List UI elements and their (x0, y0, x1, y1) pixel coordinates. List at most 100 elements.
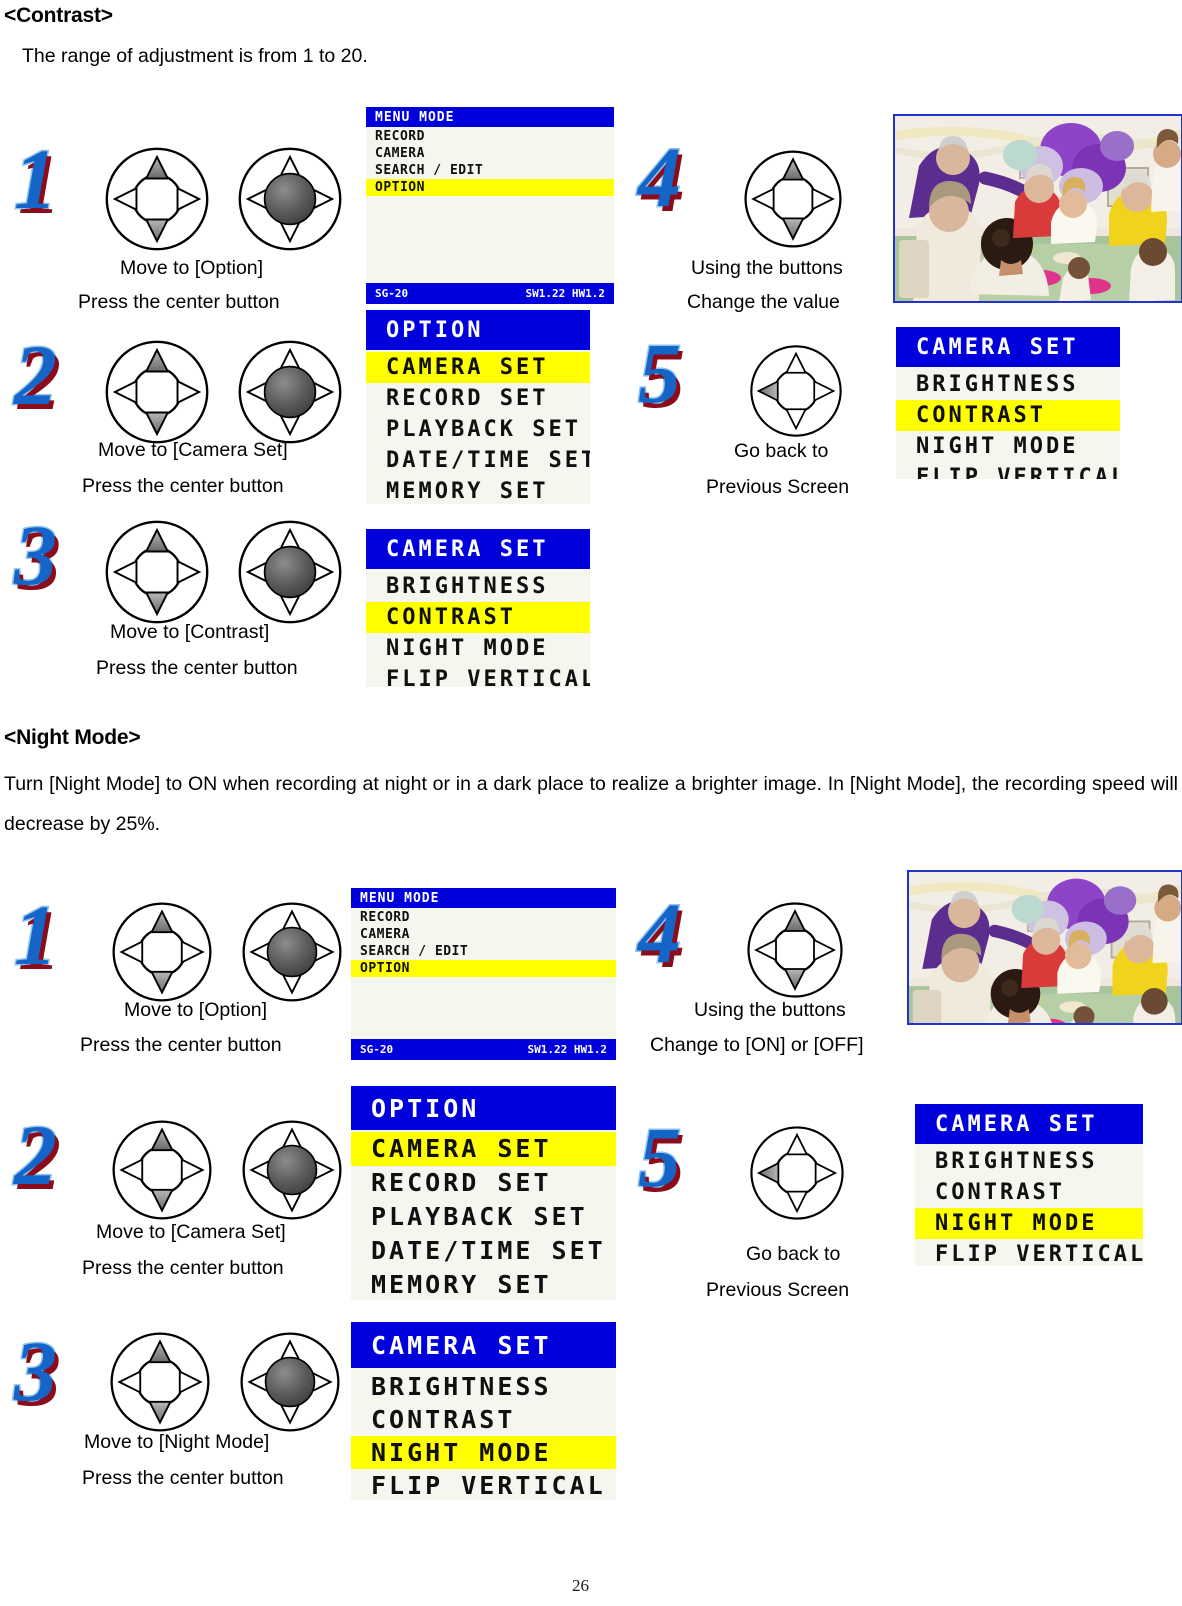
lcd-item[interactable]: CONTRAST (351, 1403, 616, 1436)
lcd-item[interactable]: RECORD (366, 128, 614, 145)
dpad-updown-icon[interactable] (103, 145, 211, 253)
lcd-item[interactable]: CONTRAST (915, 1177, 1143, 1208)
lcd-title: OPTION (366, 310, 590, 350)
step-5-label-line1: Go back to (746, 1243, 841, 1265)
lcd-item-selected[interactable]: NIGHT MODE (351, 1436, 616, 1469)
lcd-title: MENU MODE (366, 107, 614, 127)
step-number-1: 1 (13, 887, 59, 983)
step-number-2: 2 (13, 327, 59, 423)
lcd-status-bar: SG-20 SW1.22 HW1.2 (366, 283, 614, 304)
lcd-status-bar: SG-20 SW1.22 HW1.2 (351, 1039, 616, 1060)
lcd-item[interactable]: PLAYBACK SET (351, 1200, 616, 1234)
step-number-3: 3 (13, 507, 59, 603)
dpad-center-icon[interactable] (238, 1330, 342, 1434)
dpad-updown-icon[interactable] (108, 1330, 212, 1434)
step-3-label-line1: Move to [Night Mode] (84, 1431, 270, 1453)
step-2-label-line2: Press the center button (82, 1257, 284, 1279)
lcd-item[interactable]: FLIP VERTICAL (351, 1469, 616, 1500)
lcd-item[interactable]: PLAYBACK SET (366, 414, 590, 445)
lcd-title: CAMERA SET (896, 327, 1120, 367)
step-number-1: 1 (13, 131, 59, 227)
lcd-item-selected[interactable]: CONTRAST (896, 400, 1120, 431)
lcd-item-list: RECORD CAMERA SEARCH / EDIT OPTION (366, 127, 614, 196)
step-5-label-line2: Previous Screen (706, 476, 850, 498)
step-4-label-line2: Change to [ON] or [OFF] (650, 1034, 864, 1056)
lcd-title: CAMERA SET (915, 1104, 1143, 1144)
lcd-item[interactable]: NIGHT MODE (896, 431, 1120, 462)
lcd-item[interactable]: BRIGHTNESS (351, 1370, 616, 1403)
lcd-item[interactable]: CAMERA (366, 145, 614, 162)
lcd-item-selected[interactable]: CAMERA SET (351, 1132, 616, 1166)
lcd-item[interactable]: NIGHT MODE (366, 633, 590, 664)
lcd-item[interactable]: BRIGHTNESS (366, 571, 590, 602)
lcd-version-label: SW1.22 HW1.2 (527, 1043, 607, 1056)
step-2-label-line1: Move to [Camera Set] (96, 1221, 286, 1243)
dpad-center-icon[interactable] (236, 518, 344, 626)
dpad-center-icon[interactable] (236, 145, 344, 253)
lcd-item[interactable]: DATE/TIME SET (366, 445, 590, 476)
lcd-title: OPTION (351, 1086, 616, 1130)
lcd-item-list: BRIGHTNESS CONTRAST NIGHT MODE FLIP VERT… (366, 569, 590, 687)
lcd-item[interactable]: DATE/TIME SET (351, 1234, 616, 1268)
lcd-item[interactable]: SEARCH / EDIT (366, 162, 614, 179)
lcd-item[interactable]: BRIGHTNESS (915, 1146, 1143, 1177)
lcd-item-selected[interactable]: OPTION (351, 960, 616, 977)
dpad-updown-icon[interactable] (742, 148, 844, 250)
lcd-item[interactable]: RECORD (351, 909, 616, 926)
lcd-item[interactable]: MEMORY SET (351, 1268, 616, 1300)
lcd-title: CAMERA SET (351, 1322, 616, 1368)
dpad-updown-icon[interactable] (745, 900, 845, 1000)
step-1-label-line1: Move to [Option] (120, 257, 264, 279)
step-5-label-line2: Previous Screen (706, 1279, 850, 1301)
lcd-item[interactable]: MEMORY SET (366, 476, 590, 504)
lcd-model-label: SG-20 (375, 287, 409, 300)
dpad-left-icon[interactable] (748, 343, 844, 439)
lcd-camera-set: CAMERA SET BRIGHTNESS CONTRAST NIGHT MOD… (366, 529, 590, 687)
lcd-camera-set: CAMERA SET BRIGHTNESS CONTRAST NIGHT MOD… (351, 1322, 616, 1500)
step-number-5: 5 (637, 325, 683, 421)
lcd-model-label: SG-20 (360, 1043, 394, 1056)
lcd-menu-mode: MENU MODE RECORD CAMERA SEARCH / EDIT OP… (351, 888, 616, 1060)
lcd-item[interactable]: RECORD SET (366, 383, 590, 414)
lcd-item[interactable]: FLIP VERTICAL (896, 462, 1120, 479)
section-title-contrast: <Contrast> (4, 4, 113, 27)
lcd-item[interactable]: FLIP VERTICAL (366, 664, 590, 687)
section-description-night-mode: Turn [Night Mode] to ON when recording a… (4, 773, 1178, 835)
lcd-version-label: SW1.22 HW1.2 (525, 287, 605, 300)
dpad-updown-icon[interactable] (110, 900, 214, 1004)
lcd-item-selected[interactable]: CAMERA SET (366, 352, 590, 383)
step-5-label-line1: Go back to (734, 440, 829, 462)
lcd-item-list: CAMERA SET RECORD SET PLAYBACK SET DATE/… (351, 1130, 616, 1300)
step-2-label-line1: Move to [Camera Set] (98, 439, 288, 461)
step-number-4: 4 (637, 885, 683, 981)
dpad-center-icon[interactable] (240, 1118, 344, 1222)
dpad-center-icon[interactable] (236, 338, 344, 446)
lcd-option-menu: OPTION CAMERA SET RECORD SET PLAYBACK SE… (366, 310, 590, 504)
dpad-updown-icon[interactable] (110, 1118, 214, 1222)
dpad-updown-icon[interactable] (103, 518, 211, 626)
lcd-item-list: BRIGHTNESS CONTRAST NIGHT MODE FLIP VERT… (351, 1368, 616, 1500)
lcd-item-selected[interactable]: NIGHT MODE (915, 1208, 1143, 1239)
lcd-item[interactable]: FLIP VERTICAL (915, 1239, 1143, 1266)
lcd-item[interactable]: SEARCH / EDIT (351, 943, 616, 960)
lcd-item-list: BRIGHTNESS CONTRAST NIGHT MODE FLIP VERT… (896, 367, 1120, 479)
section-title-night-mode: <Night Mode> (4, 726, 141, 749)
dpad-updown-icon[interactable] (103, 338, 211, 446)
preview-photo (893, 114, 1182, 303)
lcd-item[interactable]: BRIGHTNESS (896, 369, 1120, 400)
lcd-menu-mode: MENU MODE RECORD CAMERA SEARCH / EDIT OP… (366, 107, 614, 304)
lcd-title: CAMERA SET (366, 529, 590, 569)
lcd-item-selected[interactable]: CONTRAST (366, 602, 590, 633)
lcd-item[interactable]: RECORD SET (351, 1166, 616, 1200)
dpad-left-icon[interactable] (748, 1124, 846, 1222)
step-number-2: 2 (13, 1107, 59, 1203)
step-number-3: 3 (13, 1323, 59, 1419)
lcd-item[interactable]: CAMERA (351, 926, 616, 943)
lcd-item-selected[interactable]: OPTION (366, 179, 614, 196)
photo-illustration (895, 116, 1181, 301)
step-number-4: 4 (637, 129, 683, 225)
step-3-label-line2: Press the center button (82, 1467, 284, 1489)
lcd-camera-set-result: CAMERA SET BRIGHTNESS CONTRAST NIGHT MOD… (896, 327, 1120, 479)
step-4-label-line1: Using the buttons (691, 257, 843, 279)
dpad-center-icon[interactable] (240, 900, 344, 1004)
